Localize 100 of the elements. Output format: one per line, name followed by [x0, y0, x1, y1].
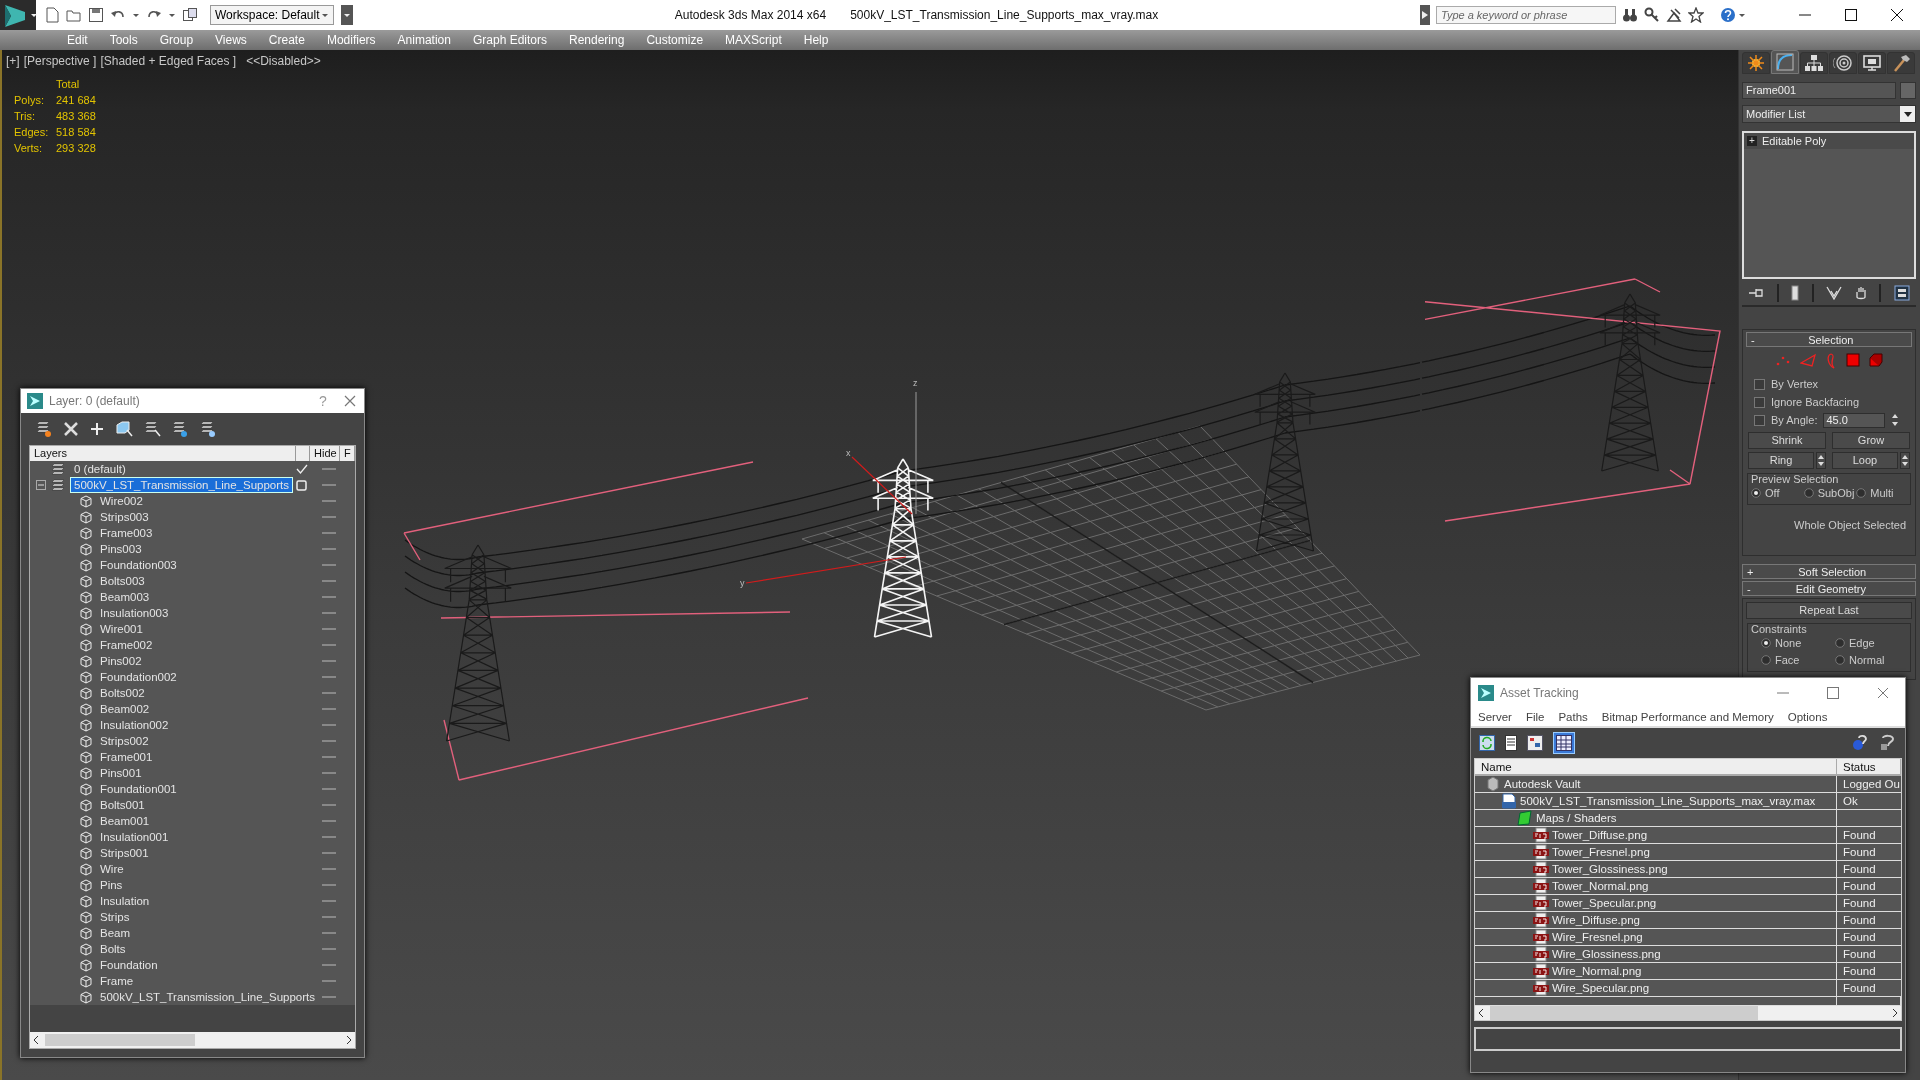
viewport-label[interactable]: [Perspective ]: [23, 54, 97, 68]
menu-item[interactable]: Edit: [56, 33, 99, 47]
list-item[interactable]: 500kV_LST_Transmission_Line_Supports: [70, 477, 293, 493]
hide-toggle-icon[interactable]: [322, 547, 336, 551]
help-button[interactable]: [1720, 7, 1746, 23]
hide-toggle-icon[interactable]: [322, 835, 336, 839]
horizontal-scrollbar[interactable]: [30, 1032, 355, 1048]
highlight-layer-icon[interactable]: [171, 420, 189, 438]
horizontal-scrollbar[interactable]: [1475, 1006, 1901, 1020]
menu-item[interactable]: Animation: [386, 33, 462, 47]
hide-toggle-icon[interactable]: [322, 515, 336, 519]
menu-item[interactable]: MAXScript: [714, 33, 793, 47]
key-icon[interactable]: [1644, 7, 1660, 23]
list-item[interactable]: Pins001: [96, 765, 146, 781]
checkbox[interactable]: [1754, 396, 1765, 408]
panel-tab[interactable]: [1829, 52, 1857, 74]
asset-name[interactable]: Tower_Diffuse.png: [1552, 827, 1648, 843]
viewport-label[interactable]: [Shaded + Edged Faces ]: [100, 54, 237, 68]
funnel-icon[interactable]: [1826, 286, 1843, 300]
list-item[interactable]: Beam003: [96, 589, 154, 605]
hide-toggle-icon[interactable]: [322, 947, 336, 951]
list-item[interactable]: Pins: [96, 877, 127, 893]
radio-button[interactable]: [1761, 654, 1771, 665]
satellite-icon[interactable]: [1666, 7, 1682, 23]
hide-toggle-icon[interactable]: [322, 595, 336, 599]
asset-name[interactable]: Wire_Diffuse.png: [1552, 912, 1640, 928]
new-file-icon[interactable]: [44, 7, 60, 23]
list-item[interactable]: Foundation003: [96, 557, 181, 573]
hide-toggle-icon[interactable]: [322, 979, 336, 983]
object-name-field[interactable]: Frame001: [1742, 82, 1896, 99]
menu-item[interactable]: Tools: [98, 33, 149, 47]
angle-field[interactable]: 45.0: [1823, 412, 1886, 428]
edge-icon[interactable]: [1800, 353, 1816, 367]
asset-name[interactable]: Wire_Glossiness.png: [1552, 946, 1661, 962]
pin-icon[interactable]: [1748, 286, 1765, 300]
asset-name[interactable]: Tower_Normal.png: [1552, 878, 1649, 894]
menu-item[interactable]: Modifiers: [315, 33, 387, 47]
checkbox[interactable]: [1754, 378, 1765, 390]
list-item[interactable]: Insulation001: [96, 829, 173, 845]
hide-toggle-icon[interactable]: [322, 787, 336, 791]
spinner-icon[interactable]: [1900, 452, 1910, 469]
list-item[interactable]: Insulation003: [96, 605, 173, 621]
hide-toggle-icon[interactable]: [322, 499, 336, 503]
asset-name[interactable]: Tower_Glossiness.png: [1552, 861, 1668, 877]
hide-toggle-icon[interactable]: [322, 963, 336, 967]
menu-item[interactable]: Graph Editors: [461, 33, 558, 47]
search-field[interactable]: Type a keyword or phrase: [1436, 6, 1616, 24]
asset-name[interactable]: Wire_Fresnel.png: [1552, 929, 1643, 945]
menu-item[interactable]: Create: [257, 33, 316, 47]
radio-button[interactable]: [1835, 654, 1845, 665]
hand-icon[interactable]: [1854, 286, 1867, 300]
column-header[interactable]: Status: [1837, 759, 1901, 775]
hide-toggle-icon[interactable]: [322, 579, 336, 583]
refresh-icon[interactable]: [1479, 735, 1495, 751]
workspace-menu-button[interactable]: [341, 5, 353, 25]
new-layer-icon[interactable]: [35, 420, 53, 438]
list-item[interactable]: Strips: [96, 909, 134, 925]
repeat-last-button[interactable]: Repeat Last: [1746, 602, 1912, 619]
list-item[interactable]: Frame002: [96, 637, 157, 653]
list-item[interactable]: Frame001: [96, 749, 157, 765]
help-icon[interactable]: [1879, 734, 1897, 752]
layer-settings-icon[interactable]: [199, 420, 217, 438]
list-item[interactable]: Insulation: [96, 893, 154, 909]
radio-button[interactable]: [1761, 637, 1771, 648]
list-item[interactable]: Strips003: [96, 509, 153, 525]
list-item[interactable]: Strips002: [96, 733, 153, 749]
viewport-label[interactable]: <<Disabled>>: [246, 54, 321, 68]
save-icon[interactable]: [88, 7, 104, 23]
caret-icon[interactable]: [132, 11, 140, 19]
menu-item[interactable]: Rendering: [558, 33, 636, 47]
asset-name[interactable]: 500kV_LST_Transmission_Line_Supports_max_vray.max: [1520, 793, 1816, 809]
viewport-label[interactable]: [+]: [6, 54, 20, 68]
stack-item[interactable]: Editable Poly: [1762, 135, 1827, 147]
column-header[interactable]: Hide: [310, 446, 340, 461]
modifier-list-dropdown[interactable]: Modifier List: [1742, 105, 1916, 123]
add-icon[interactable]: [89, 421, 105, 437]
radio-button[interactable]: [1835, 637, 1845, 648]
app-menu-button[interactable]: [0, 0, 36, 30]
list-item[interactable]: Bolts003: [96, 573, 149, 589]
tree-view-icon[interactable]: [1527, 735, 1543, 751]
show-result-icon[interactable]: [1791, 285, 1800, 301]
list-item[interactable]: Foundation001: [96, 781, 181, 797]
list-item[interactable]: Pins002: [96, 653, 146, 669]
panel-tab[interactable]: [1887, 52, 1915, 74]
list-item[interactable]: Beam: [96, 925, 135, 941]
list-item[interactable]: Frame003: [96, 525, 157, 541]
border-icon[interactable]: [1825, 353, 1837, 369]
select-objects-icon[interactable]: [115, 420, 133, 438]
asset-name[interactable]: Maps / Shaders: [1536, 810, 1617, 826]
delete-icon[interactable]: [63, 421, 79, 437]
hide-toggle-icon[interactable]: [322, 483, 336, 487]
selection-button[interactable]: Shrink: [1748, 432, 1826, 449]
radio-button[interactable]: [1803, 487, 1814, 498]
hide-toggle-icon[interactable]: [322, 691, 336, 695]
rollout-header[interactable]: + Soft Selection: [1742, 564, 1916, 579]
spinner-icon[interactable]: [1816, 452, 1826, 469]
polygon-icon[interactable]: [1846, 353, 1860, 367]
hide-toggle-icon[interactable]: [322, 723, 336, 727]
menu-item[interactable]: Group: [148, 33, 205, 47]
modifier-stack[interactable]: + Editable Poly: [1742, 131, 1916, 279]
